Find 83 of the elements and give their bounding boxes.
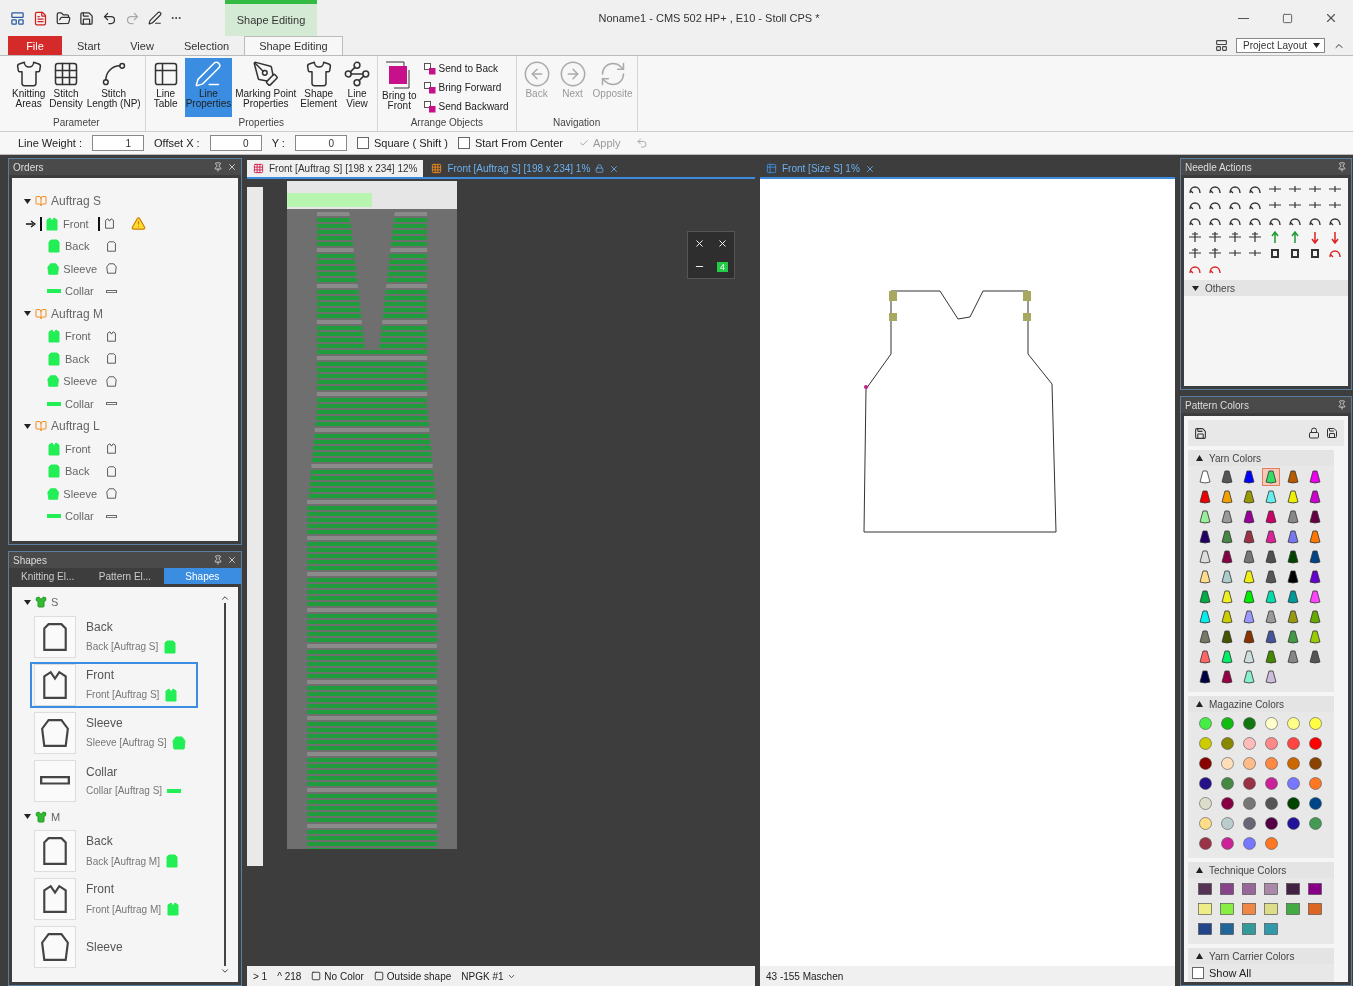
ribbon-button[interactable]: Stitch Density [48,58,84,117]
checkbox[interactable]: Square ( Shift ) [356,137,448,149]
ribbon-group-label: Parameter [51,117,101,130]
ribbon-button[interactable]: Stitch Length (NP) [85,58,142,117]
shape-item[interactable]: Collar Collar [Auftrag S] [30,757,198,804]
tree-item[interactable]: Auftrag L [51,419,100,434]
ribbon-button[interactable]: Line View [340,58,375,117]
status-item: Outside shape [373,970,452,982]
shape-item[interactable]: Sleeve [30,924,198,970]
shape-order: Back [Auftrag S] [86,641,159,652]
ribbon-group-label: Arrange Objects [409,117,484,130]
shape-name: Front [86,667,115,682]
tree-item[interactable]: Collar [65,285,94,298]
shape-order: Back [Auftrag M] [86,855,160,867]
shape-order: Front [Auftrag M] [86,903,162,915]
tree-item[interactable]: Auftrag M [51,306,104,321]
status-item: 43 -155 Maschen [766,970,844,982]
ribbon-button[interactable]: Shape Element [299,58,339,117]
shape-item[interactable]: Sleeve Sleeve [Auftrag S] [30,709,198,756]
tree-item[interactable]: Collar [65,510,94,523]
tree-item[interactable]: Collar [65,397,94,410]
tree-item[interactable]: Sleeve [63,375,97,388]
checkbox[interactable]: Show All [1188,964,1334,982]
ribbon-tab[interactable]: File [8,36,62,55]
ribbon-button[interactable]: Marking Point Properties [234,58,298,117]
tree-item[interactable]: Front [65,442,91,455]
field-label: Offset X : [154,137,200,149]
tree-item[interactable]: Front [63,217,89,230]
section-title[interactable]: Others [1205,282,1235,294]
shape-name: Sleeve [86,715,124,730]
count-badge: 4 [717,261,728,272]
shape-order: Collar [Auftrag S] [86,785,163,796]
window-title: Noname1 - CMS 502 HP+ , E10 - Stoll CPS * [597,11,821,26]
status-item: ^ 218 [277,970,302,982]
shape-item[interactable]: Front Front [Auftrag S] [30,661,198,708]
field-label: Y : [271,137,285,149]
tree-item[interactable]: Auftrag S [51,194,102,209]
tree-item[interactable]: Back [65,352,90,365]
shape-name: Sleeve [86,940,123,954]
shape-item[interactable]: Back Back [Auftrag S] [30,613,198,660]
checkbox[interactable]: Start From Center [457,137,563,149]
panel-title: Needle Actions [1185,161,1253,173]
tree-item[interactable]: S [51,596,59,609]
shape-name: Back [86,834,114,848]
tree-item[interactable]: Back [65,465,90,478]
ribbon-button[interactable]: Send to Back [423,62,509,75]
panel-title: Pattern Colors [1185,399,1250,411]
tree-item[interactable]: Sleeve [63,262,97,275]
shape-name: Front [86,882,115,896]
spin-field[interactable]: 0 [209,135,262,151]
field-label: Line Weight : [18,137,82,149]
ribbon-group-label: Properties [237,117,286,130]
ribbon-group-label: Navigation [551,117,602,130]
shape-name: Collar [86,765,119,779]
shape-item[interactable]: Front Front [Auftrag M] [30,876,198,922]
ribbon-tab[interactable]: Shape Editing [244,36,343,55]
ribbon-button[interactable]: Bring Forward [423,81,509,94]
tree-item[interactable]: Back [65,240,90,253]
panel-title: Orders [13,161,45,173]
layout-dropdown[interactable]: Project Layout [1236,38,1325,53]
spin-field[interactable]: 1 [92,135,144,151]
tree-item[interactable]: Front [65,330,91,343]
shape-order: Sleeve [Auftrag S] [86,737,167,748]
ribbon-button[interactable]: Send Backward [423,100,509,113]
panel-title: Shapes [13,554,48,566]
status-item: NPGK #1 [461,970,516,982]
ribbon-button[interactable]: Knitting Areas [11,58,47,117]
shape-order: Front [Auftrag S] [86,689,160,700]
ribbon-button[interactable]: Line Table [148,58,183,117]
ribbon-button[interactable]: Line Properties [184,58,233,117]
ribbon-tab[interactable]: Selection [168,36,245,55]
ribbon-tab[interactable]: Start [62,36,116,55]
status-item: > 1 [253,970,268,982]
ribbon-tab[interactable]: View [115,36,169,55]
tree-item[interactable]: M [51,810,61,823]
status-item: No Color [311,970,364,982]
shape-name: Back [86,619,114,634]
spin-field[interactable]: 0 [294,135,347,151]
tree-item[interactable]: Sleeve [63,487,97,500]
ribbon-button[interactable]: Bring to Front [381,58,418,117]
shape-item[interactable]: Back Back [Auftrag M] [30,828,198,874]
context-tab-header: Shape Editing [225,0,317,36]
document-tab[interactable]: Front [Auftrag S] [198 x 234] 12% [247,160,424,177]
